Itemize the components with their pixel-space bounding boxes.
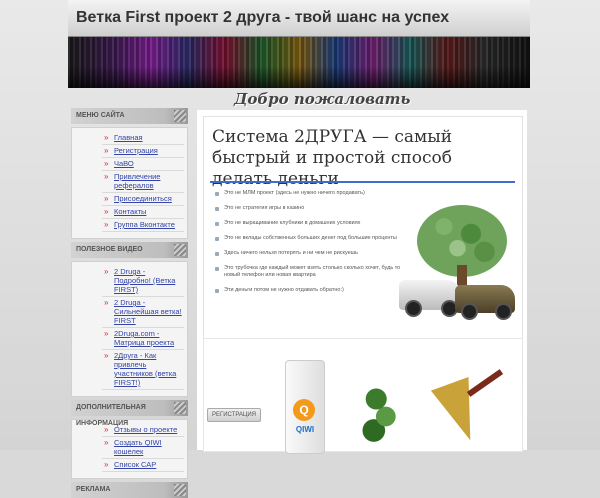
sidebar-section-menu-title: МЕНЮ САЙТА — [71, 108, 188, 124]
banner-bullet: Это трубочка где каждый может взять стол… — [214, 265, 404, 279]
header-title-bar: Ветка First проект 2 друга - твой шанс н… — [68, 0, 530, 37]
site-header: Ветка First проект 2 друга - твой шанс н… — [68, 0, 530, 88]
qiwi-wallet-image: Q QIWI — [285, 360, 325, 454]
wheel-icon — [405, 300, 422, 317]
wheel-icon — [495, 303, 512, 320]
banner-bullet: Это не выращивание клубники в домашних у… — [214, 220, 404, 227]
banner-bullet: Эти деньги потом не нужно отдавать обрат… — [214, 287, 404, 294]
wheel-icon — [461, 303, 478, 320]
sidebar-section-info-title: ДОПОЛНИТЕЛЬНАЯ ИНФОРМАЦИЯ — [71, 400, 188, 427]
welcome-heading: Добро пожаловать — [234, 90, 411, 108]
sidebar: МЕНЮ САЙТА Главная Регистрация ЧаВО Прив… — [71, 108, 188, 498]
sidebar-item-faq[interactable]: ЧаВО — [102, 158, 184, 171]
sidebar-menu-list: Главная Регистрация ЧаВО Привлечение реф… — [71, 127, 188, 239]
sidebar-video-link[interactable]: 2 Druga - Сильнейшая ветка! FIRST — [102, 297, 184, 328]
banner-bullet: Это не МЛМ проект (здесь не нужно ничего… — [214, 190, 404, 197]
site-title[interactable]: Ветка First проект 2 друга - твой шанс н… — [76, 9, 449, 27]
brown-truck-icon — [455, 285, 515, 320]
qiwi-logo-icon: Q — [293, 399, 315, 421]
main-content: Система 2ДРУГА — самый быстрый и простой… — [197, 110, 527, 454]
sidebar-section-ads-title: РЕКЛАМА — [71, 482, 188, 498]
sidebar-video-list: 2 Druga - Подробно! (Ветка FIRST) 2 Drug… — [71, 261, 188, 397]
page: Ветка First проект 2 друга - твой шанс н… — [0, 0, 600, 498]
sidebar-video-link[interactable]: 2Друга - Как привлечь участников (ветка … — [102, 350, 184, 390]
register-button[interactable]: РЕГИСТРАЦИЯ — [207, 408, 261, 422]
banner-bullet: Здесь ничего нельзя потерять и ни чем не… — [214, 250, 404, 257]
sidebar-video-link[interactable]: 2Druga.com - Матрица проекта — [102, 328, 184, 350]
sidebar-item-contacts[interactable]: Контакты — [102, 206, 184, 219]
sidebar-item-create-qiwi[interactable]: Создать QIWI кошелек — [102, 437, 184, 459]
money-plant-icon — [357, 378, 405, 448]
header-shade-decoration — [68, 66, 530, 88]
sidebar-item-sar-list[interactable]: Список САР — [102, 459, 184, 472]
sidebar-item-vk-group[interactable]: Группа Вконтакте — [102, 219, 184, 232]
qiwi-label: QIWI — [295, 425, 315, 434]
white-truck-icon — [399, 280, 461, 317]
sidebar-section-video-title: ПОЛЕЗНОЕ ВИДЕО — [71, 242, 188, 258]
sidebar-item-registration[interactable]: Регистрация — [102, 145, 184, 158]
banner-bullet: Это не вклады собственных больших денег … — [214, 235, 404, 242]
banner-bullet-list: Это не МЛМ проект (здесь не нужно ничего… — [214, 190, 404, 302]
sidebar-video-link[interactable]: 2 Druga - Подробно! (Ветка FIRST) — [102, 266, 184, 297]
promo-banner: Система 2ДРУГА — самый быстрый и простой… — [203, 116, 523, 343]
sidebar-item-reviews[interactable]: Отзывы о проекте — [102, 424, 184, 437]
sidebar-item-home[interactable]: Главная — [102, 132, 184, 145]
banner-bullet: Это не стратегия игры в казино — [214, 205, 404, 212]
money-tree-trucks-image — [399, 205, 517, 330]
banner-divider — [210, 181, 515, 183]
sidebar-item-referrals[interactable]: Привлечение рефералов — [102, 171, 184, 193]
sidebar-item-join[interactable]: Присоединиться — [102, 193, 184, 206]
